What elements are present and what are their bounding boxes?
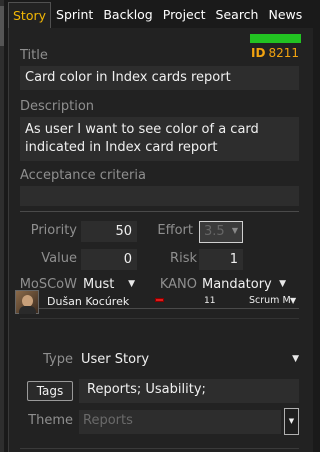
effort-dropdown[interactable]: 3.5 ▼	[199, 221, 243, 243]
tab-bar: Story Sprint Backlog Project Search News	[8, 0, 313, 30]
user-avatar[interactable]	[15, 290, 39, 314]
acceptance-criteria-field[interactable]	[20, 186, 299, 206]
scrollbar-track[interactable]	[0, 0, 4, 452]
title-field[interactable]: Card color in Index cards report	[20, 66, 299, 90]
priority-marker	[155, 298, 164, 302]
priority-label: Priority	[30, 223, 77, 238]
caret-down-icon: ▼	[292, 354, 299, 364]
story-panel: ID 8211 Title Card color in Index cards r…	[8, 28, 313, 452]
id-label: ID	[251, 46, 266, 60]
tags-button[interactable]: Tags	[27, 381, 73, 401]
kano-label: KANO	[159, 277, 197, 292]
scrollbar-thumb[interactable]	[0, 6, 4, 46]
tab-news[interactable]: News	[263, 2, 307, 28]
tab-sprint[interactable]: Sprint	[51, 2, 98, 28]
status-color-bar	[250, 34, 301, 43]
story-id: ID 8211	[251, 46, 299, 60]
type-dropdown[interactable]: User Story ▼	[81, 349, 299, 370]
title-label: Title	[20, 48, 48, 63]
tab-search[interactable]: Search	[211, 2, 264, 28]
id-value: 8211	[268, 46, 299, 60]
theme-field[interactable]: Reports	[79, 410, 281, 434]
acceptance-criteria-label: Acceptance criteria	[20, 168, 146, 183]
theme-dropdown-button[interactable]: ▼	[284, 408, 299, 435]
owner-name[interactable]: Dušan Kocúrek	[47, 295, 129, 308]
divider	[20, 308, 299, 309]
effort-label: Effort	[157, 223, 193, 238]
tab-backlog[interactable]: Backlog	[98, 2, 157, 28]
type-value: User Story	[81, 352, 150, 367]
caret-down-icon: ▼	[128, 279, 135, 289]
divider	[20, 448, 299, 449]
value-label: Value	[41, 251, 77, 266]
description-label: Description	[20, 99, 95, 114]
description-field[interactable]: As user I want to see color of a card in…	[20, 117, 299, 161]
moscow-value: Must	[83, 277, 115, 292]
caret-down-icon: ▼	[231, 226, 238, 235]
moscow-dropdown[interactable]: Must ▼	[83, 274, 135, 295]
risk-field[interactable]: 1	[199, 249, 243, 270]
kano-value: Mandatory	[202, 277, 272, 292]
effort-value: 3.5	[204, 224, 225, 239]
tab-story[interactable]: Story	[8, 2, 52, 28]
theme-label: Theme	[28, 413, 73, 428]
team-dropdown[interactable]: Scrum M	[249, 295, 291, 306]
value-field[interactable]: 0	[81, 249, 137, 270]
priority-field[interactable]: 50	[81, 221, 137, 242]
tags-field[interactable]: Reports; Usability;	[79, 379, 299, 403]
risk-label: Risk	[170, 251, 197, 266]
tab-project[interactable]: Project	[158, 2, 211, 28]
divider	[20, 211, 299, 212]
caret-down-icon: ▼	[279, 279, 286, 289]
kano-dropdown[interactable]: Mandatory ▼	[202, 274, 286, 295]
type-label: Type	[43, 352, 73, 367]
owner-count: 11	[204, 296, 216, 306]
caret-down-icon[interactable]: ▼	[290, 296, 296, 305]
divider	[20, 318, 299, 319]
caret-down-icon: ▼	[288, 417, 295, 425]
